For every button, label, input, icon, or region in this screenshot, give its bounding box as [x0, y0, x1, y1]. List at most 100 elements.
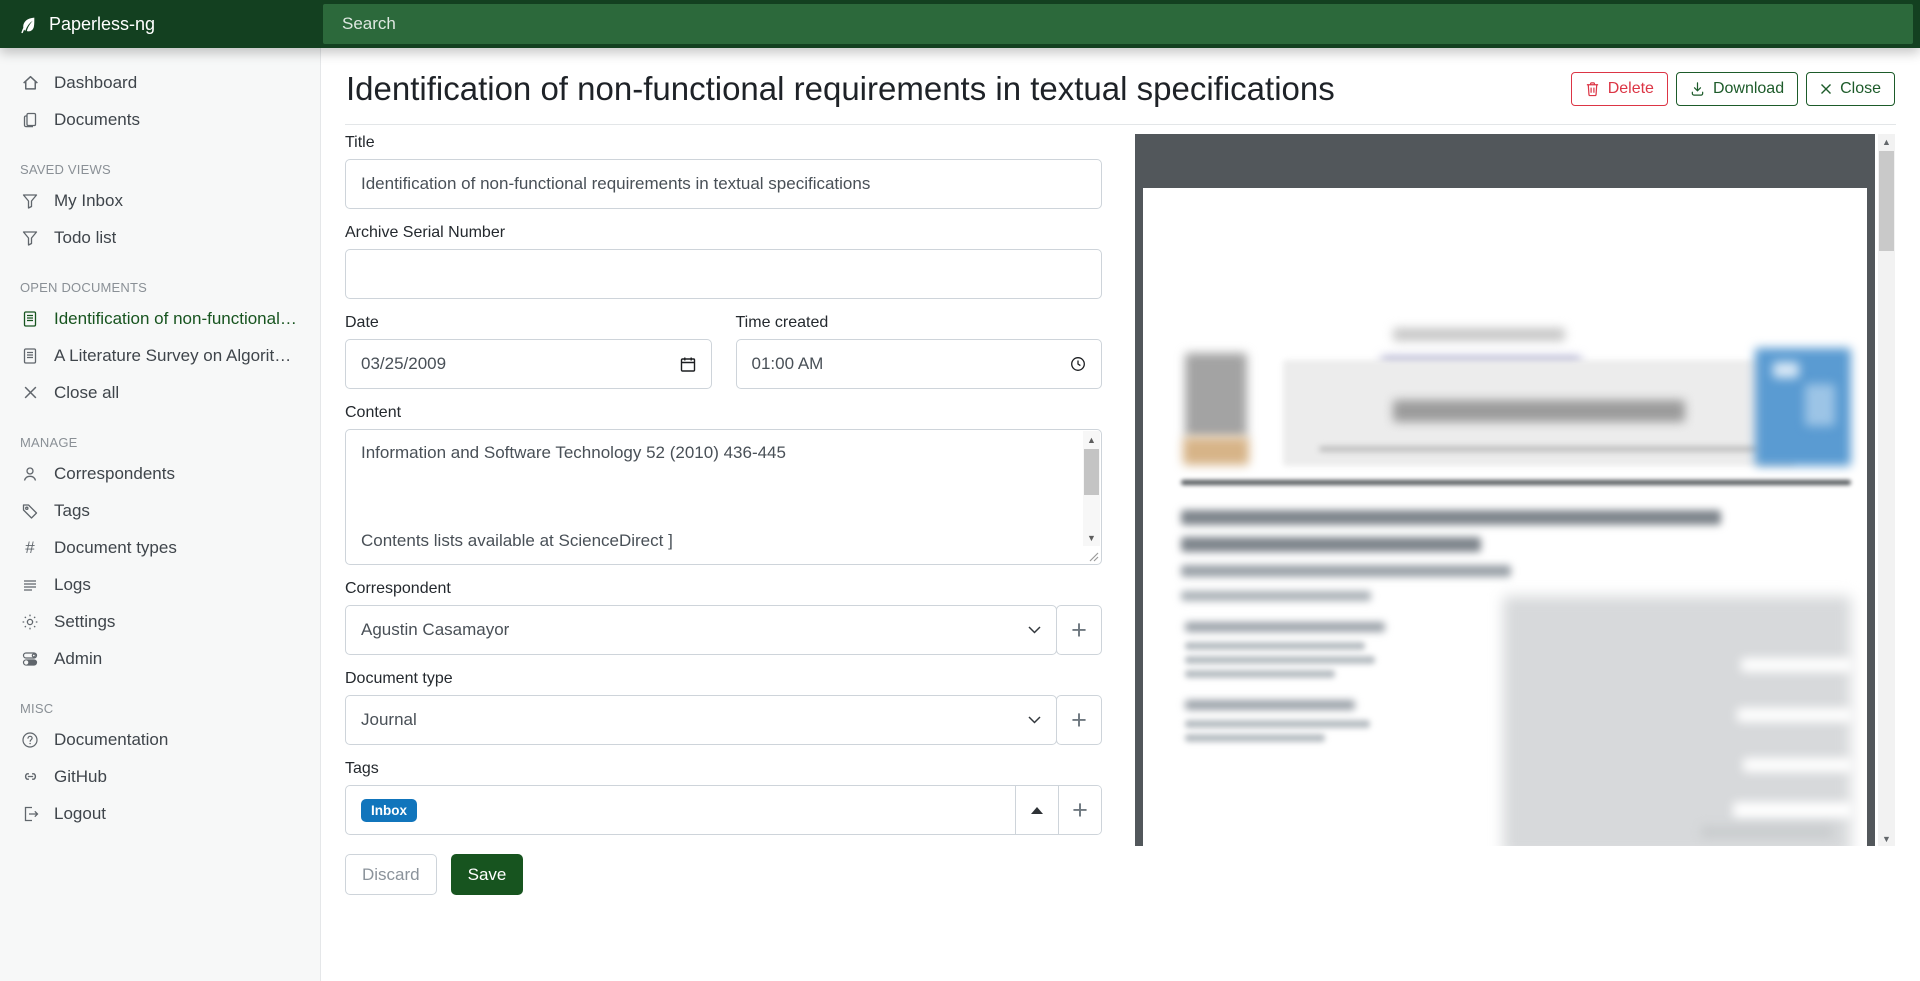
sidebar-item-label: GitHub [54, 766, 107, 787]
scroll-up-arrow[interactable]: ▲ [1083, 432, 1100, 447]
time-value: 01:00 AM [752, 354, 1071, 374]
tag-badge-inbox[interactable]: Inbox [361, 799, 417, 822]
main-content: Identification of non-functional require… [321, 48, 1920, 981]
time-created-input[interactable]: 01:00 AM [736, 339, 1103, 389]
funnel-icon [20, 228, 40, 248]
document-type-value: Journal [361, 710, 417, 730]
sidebar-item-dashboard[interactable]: Dashboard [0, 64, 320, 101]
title-input[interactable] [345, 159, 1102, 209]
sidebar-item-label: Dashboard [54, 72, 137, 93]
resize-grip[interactable] [1086, 549, 1099, 562]
sidebar-item-label: Tags [54, 500, 90, 521]
sidebar-item-label: Documentation [54, 729, 168, 750]
date-value: 03/25/2009 [361, 354, 680, 374]
sidebar-item-tags[interactable]: Tags [0, 492, 320, 529]
sidebar-item-logout[interactable]: Logout [0, 795, 320, 832]
time-created-label: Time created [736, 314, 1103, 332]
content-scrollbar[interactable]: ▲ ▼ [1083, 431, 1100, 546]
download-button-label: Download [1713, 80, 1784, 98]
sidebar-item-settings[interactable]: Settings [0, 603, 320, 640]
chevron-down-icon [1028, 626, 1041, 634]
title-label: Title [345, 134, 1102, 152]
sidebar-item-documentation[interactable]: Documentation [0, 721, 320, 758]
document-header: Identification of non-functional require… [345, 48, 1896, 125]
header-actions: Delete Download Close [1571, 72, 1895, 106]
sidebar-item-logs[interactable]: Logs [0, 566, 320, 603]
save-button[interactable]: Save [451, 854, 524, 895]
app-brand-label: Paperless-ng [49, 14, 155, 35]
date-label: Date [345, 314, 712, 332]
asn-input[interactable] [345, 249, 1102, 299]
preview-scrollbar[interactable]: ▲ ▼ [1878, 134, 1895, 846]
sidebar-item-close-all[interactable]: Close all [0, 374, 320, 411]
add-tag-button[interactable]: + [1058, 786, 1101, 834]
discard-button[interactable]: Discard [345, 854, 437, 895]
content-textarea[interactable]: Information and Software Technology 52 (… [345, 429, 1102, 565]
sidebar-item-label: Close all [54, 382, 119, 403]
file-text-icon [20, 309, 40, 329]
logout-icon [20, 804, 40, 824]
pdf-viewer-toolbar [1135, 134, 1875, 188]
delete-button-label: Delete [1608, 80, 1654, 98]
toggles-icon [20, 649, 40, 669]
app-brand[interactable]: Paperless-ng [0, 0, 321, 48]
sidebar-item-admin[interactable]: Admin [0, 640, 320, 677]
link-icon [20, 767, 40, 787]
correspondent-select[interactable]: Agustin Casamayor [345, 605, 1057, 655]
document-edit-form: Title Archive Serial Number Date 03/25/2… [345, 134, 1102, 895]
sidebar-item-label: Logout [54, 803, 106, 824]
asn-label: Archive Serial Number [345, 224, 1102, 242]
search-input[interactable] [323, 4, 1913, 44]
document-type-label: Document type [345, 670, 1102, 688]
clock-icon[interactable] [1070, 356, 1086, 372]
trash-icon [1585, 81, 1600, 97]
sidebar-open-document-2[interactable]: A Literature Survey on Algorithms for Mu… [0, 337, 320, 374]
add-correspondent-button[interactable]: + [1056, 605, 1102, 655]
content-label: Content [345, 404, 1102, 422]
download-button[interactable]: Download [1676, 72, 1798, 106]
sidebar-item-label: Settings [54, 611, 115, 632]
close-button[interactable]: Close [1806, 72, 1895, 106]
tags-collapse-button[interactable] [1015, 786, 1058, 834]
content-line-2: Contents lists available at ScienceDirec… [361, 531, 1067, 551]
scrollbar-thumb[interactable] [1084, 449, 1099, 495]
add-document-type-button[interactable]: + [1056, 695, 1102, 745]
sidebar-item-correspondents[interactable]: Correspondents [0, 455, 320, 492]
tags-label: Tags [345, 760, 1102, 778]
date-input[interactable]: 03/25/2009 [345, 339, 712, 389]
correspondent-label: Correspondent [345, 580, 1102, 598]
sidebar-item-my-inbox[interactable]: My Inbox [0, 182, 320, 219]
page-title: Identification of non-functional require… [346, 70, 1335, 108]
sidebar-item-label: Todo list [54, 227, 116, 248]
sidebar-item-github[interactable]: GitHub [0, 758, 320, 795]
document-type-select[interactable]: Journal [345, 695, 1057, 745]
preview-scrollbar-thumb[interactable] [1879, 151, 1894, 251]
sidebar-item-label: My Inbox [54, 190, 123, 211]
sidebar-item-label: Logs [54, 574, 91, 595]
gear-icon [20, 612, 40, 632]
list-icon [20, 575, 40, 595]
scroll-down-arrow[interactable]: ▼ [1083, 530, 1100, 545]
pdf-viewer [1135, 134, 1875, 846]
preview-scroll-up-arrow[interactable]: ▲ [1878, 134, 1895, 149]
sidebar-item-todo-list[interactable]: Todo list [0, 219, 320, 256]
sidebar-item-document-types[interactable]: # Document types [0, 529, 320, 566]
sidebar-open-document-1[interactable]: Identification of non-functional require… [0, 300, 320, 337]
sidebar-item-documents[interactable]: Documents [0, 101, 320, 138]
person-icon [20, 464, 40, 484]
sidebar-section-saved-views: SAVED VIEWS [20, 162, 300, 177]
delete-button[interactable]: Delete [1571, 72, 1668, 106]
close-button-label: Close [1840, 80, 1881, 98]
content-line-1: Information and Software Technology 52 (… [361, 443, 1067, 463]
sidebar-item-label: A Literature Survey on Algorithms for Mu… [54, 345, 300, 366]
preview-scroll-down-arrow[interactable]: ▼ [1878, 831, 1895, 846]
caret-up-icon [1031, 807, 1043, 814]
sidebar-item-label: Identification of non-functional require… [54, 308, 300, 329]
hash-icon: # [20, 538, 40, 558]
funnel-icon [20, 191, 40, 211]
tags-input[interactable]: Inbox + [345, 785, 1102, 835]
form-actions: Discard Save [345, 854, 1102, 895]
chevron-down-icon [1028, 716, 1041, 724]
calendar-icon[interactable] [680, 356, 696, 373]
correspondent-value: Agustin Casamayor [361, 620, 509, 640]
